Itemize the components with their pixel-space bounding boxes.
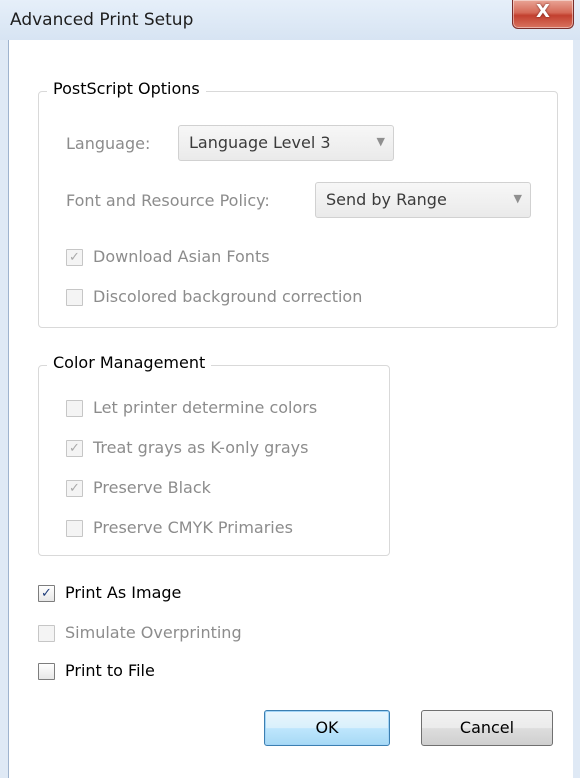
color-management-group: Color Management Let printer determine c… (38, 353, 390, 556)
simulate-overprinting-label: Simulate Overprinting (65, 623, 242, 642)
checkbox-empty-icon (38, 625, 55, 642)
postscript-options-legend: PostScript Options (47, 79, 206, 98)
language-dropdown[interactable]: Language Level 3 ▼ (178, 125, 394, 161)
advanced-print-setup-dialog: Advanced Print Setup X PostScript Option… (0, 0, 580, 778)
discolored-background-label: Discolored background correction (93, 287, 363, 306)
treat-grays-k-only-label: Treat grays as K-only grays (93, 438, 309, 457)
font-resource-policy-label: Font and Resource Policy: (66, 191, 270, 210)
cancel-button[interactable]: Cancel (421, 710, 553, 746)
language-label: Language: (66, 134, 151, 153)
close-icon: X (536, 1, 550, 22)
let-printer-determine-colors-label: Let printer determine colors (93, 398, 318, 417)
color-management-legend: Color Management (47, 353, 212, 372)
checkmark-icon: ✓ (38, 585, 55, 602)
preserve-cmyk-primaries-label: Preserve CMYK Primaries (93, 518, 293, 537)
checkmark-icon: ✓ (66, 440, 83, 457)
checkbox-empty-icon (66, 289, 83, 306)
checkmark-icon: ✓ (66, 249, 83, 266)
checkbox-empty-icon (38, 663, 55, 680)
chevron-down-icon: ▼ (376, 135, 385, 148)
font-resource-policy-dropdown[interactable]: Send by Range ▼ (315, 182, 531, 218)
print-to-file-label: Print to File (65, 661, 155, 680)
language-value: Language Level 3 (189, 133, 331, 152)
preserve-black-label: Preserve Black (93, 478, 211, 497)
checkbox-empty-icon (66, 400, 83, 417)
checkbox-empty-icon (66, 520, 83, 537)
dialog-body: PostScript Options Language: Language Le… (8, 40, 573, 778)
print-as-image-label: Print As Image (65, 583, 182, 602)
title-bar: Advanced Print Setup X (0, 0, 580, 40)
close-button[interactable]: X (512, 0, 574, 29)
font-resource-policy-value: Send by Range (326, 190, 447, 209)
download-asian-fonts-label: Download Asian Fonts (93, 247, 270, 266)
ok-button[interactable]: OK (264, 710, 390, 746)
chevron-down-icon: ▼ (513, 192, 522, 205)
postscript-options-group: PostScript Options Language: Language Le… (38, 79, 558, 328)
checkmark-icon: ✓ (66, 480, 83, 497)
window-title: Advanced Print Setup (10, 10, 194, 30)
